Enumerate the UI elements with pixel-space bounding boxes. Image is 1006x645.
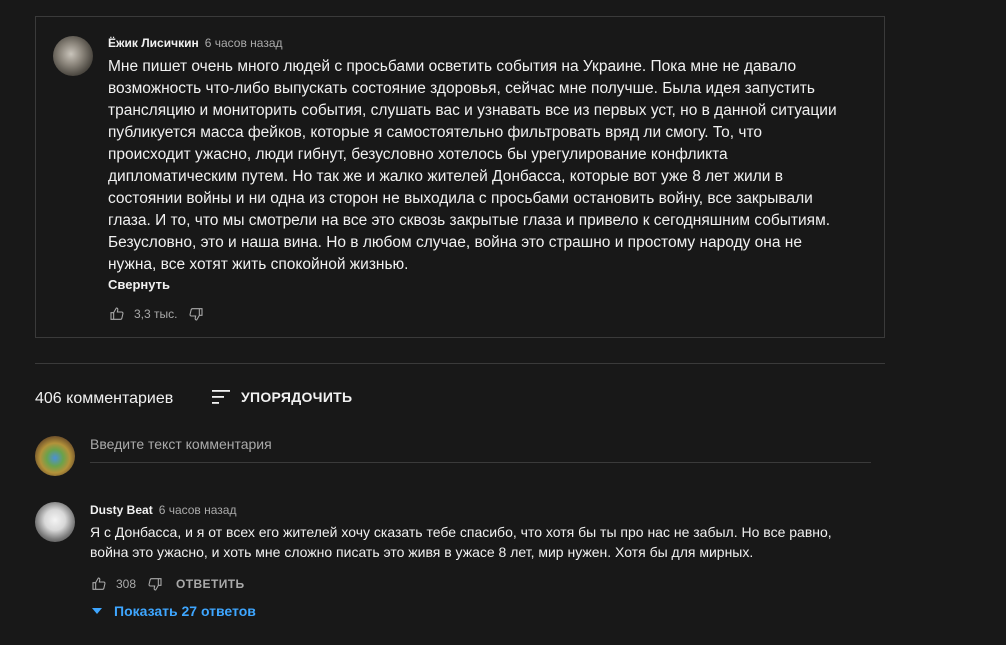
user-avatar	[35, 436, 75, 476]
comment-text: Мне пишет очень много людей с просьбами …	[108, 58, 837, 273]
comment-text: Я с Донбасса, и я от всех его жителей хо…	[90, 524, 832, 560]
comment-actions: 308 ОТВЕТИТЬ	[90, 575, 244, 593]
comment-actions: 3,3 тыс.	[108, 305, 205, 323]
thumbs-up-icon	[110, 307, 124, 320]
like-count: 3,3 тыс.	[134, 307, 178, 321]
author-name[interactable]: Dusty Beat	[90, 503, 153, 517]
caret-down-icon	[92, 608, 102, 614]
divider	[35, 363, 885, 364]
thumbs-down-icon	[189, 308, 204, 321]
reply-button[interactable]: ОТВЕТИТЬ	[176, 577, 244, 591]
comment-time[interactable]: 6 часов назад	[205, 36, 283, 50]
comment-header: Ёжик Лисичкин 6 часов назад	[108, 36, 283, 50]
like-count: 308	[116, 577, 137, 591]
dislike-button[interactable]	[187, 305, 205, 323]
like-button[interactable]	[90, 575, 108, 593]
comment-time[interactable]: 6 часов назад	[159, 503, 237, 517]
thumbs-up-icon	[92, 577, 106, 590]
author-name[interactable]: Ёжик Лисичкин	[108, 36, 199, 50]
comment-header: Dusty Beat 6 часов назад	[90, 503, 236, 517]
like-button[interactable]	[108, 305, 126, 323]
pinned-comment: Ёжик Лисичкин 6 часов назад Мне пишет оче…	[35, 16, 885, 338]
comment-input[interactable]: Введите текст комментария	[90, 436, 871, 463]
show-replies-label: Показать 27 ответов	[114, 603, 256, 619]
sort-label: УПОРЯДОЧИТЬ	[241, 389, 353, 405]
dislike-button[interactable]	[146, 575, 164, 593]
thumbs-down-icon	[148, 578, 162, 591]
show-replies-button[interactable]: Показать 27 ответов	[90, 603, 256, 619]
sort-icon	[212, 390, 230, 404]
sort-button[interactable]: УПОРЯДОЧИТЬ	[210, 388, 352, 406]
comments-count: 406 комментариев	[35, 390, 174, 407]
avatar[interactable]	[53, 36, 93, 76]
collapse-button[interactable]: Свернуть	[108, 277, 170, 292]
avatar[interactable]	[35, 502, 75, 542]
